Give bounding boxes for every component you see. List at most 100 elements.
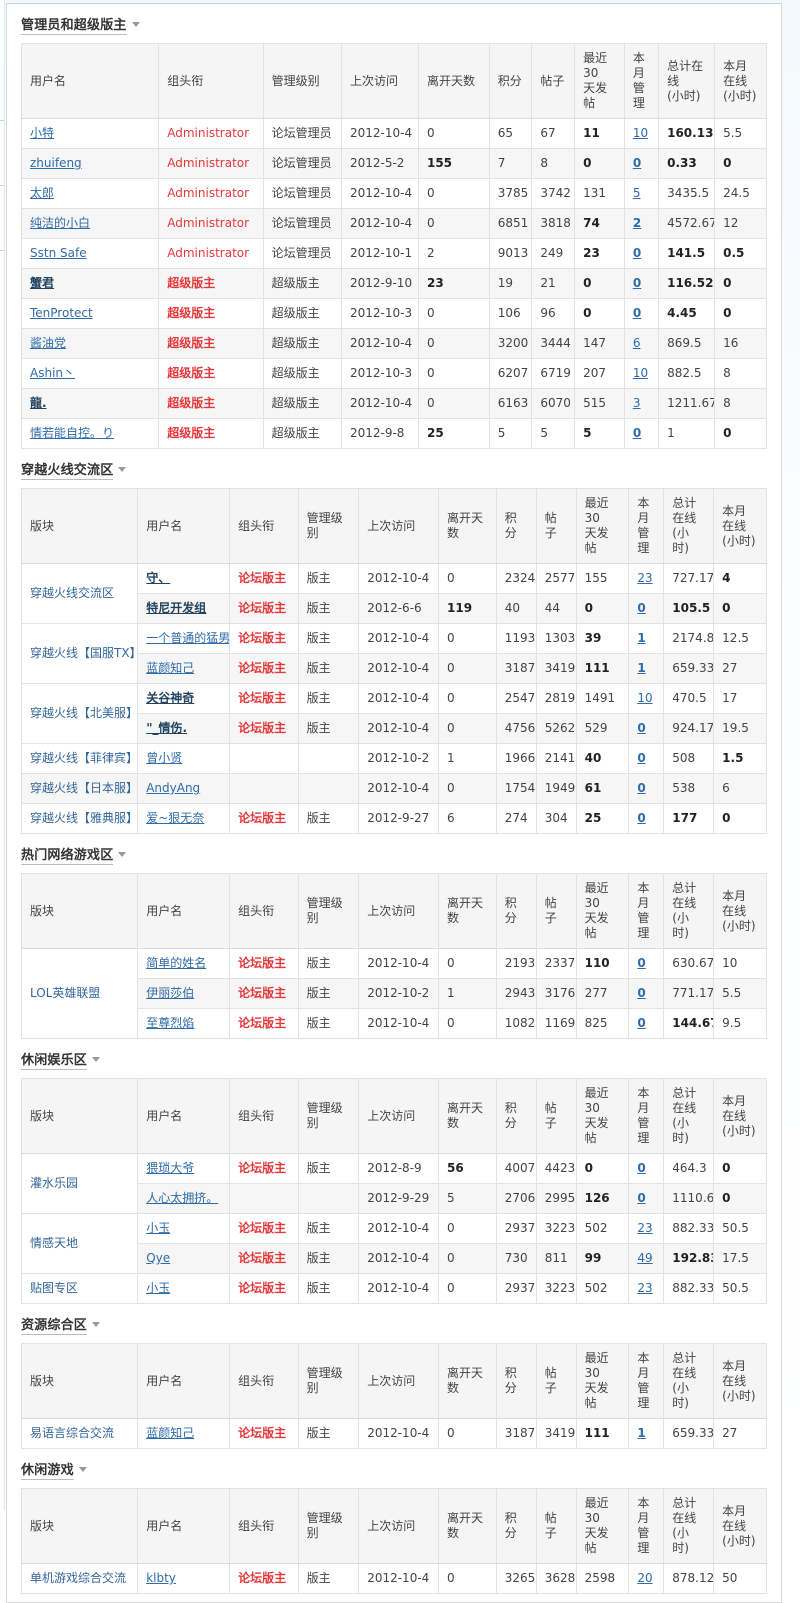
cell-forum[interactable]: 单机游戏综合交流 bbox=[22, 1564, 138, 1594]
chevron-down-icon[interactable] bbox=[79, 1467, 87, 1472]
cell-month-manage[interactable]: 5 bbox=[624, 179, 658, 209]
username-link[interactable]: 小玉 bbox=[146, 1281, 170, 1295]
month-manage-link[interactable]: 20 bbox=[637, 1571, 652, 1585]
month-manage-link[interactable]: 49 bbox=[637, 1251, 652, 1265]
cell-month-manage[interactable]: 2 bbox=[624, 209, 658, 239]
username-link[interactable]: klbty bbox=[146, 1571, 176, 1585]
username-link[interactable]: AndyAng bbox=[146, 781, 200, 795]
chevron-down-icon[interactable] bbox=[118, 852, 126, 857]
username-link[interactable]: 爱~狠无奈 bbox=[146, 811, 204, 825]
section-header-leisure[interactable]: 休闲娱乐区 bbox=[21, 1039, 767, 1078]
cell-username[interactable]: AndyAng bbox=[138, 774, 230, 804]
cell-username[interactable]: 太郎 bbox=[22, 179, 159, 209]
cell-username[interactable]: 特尼开发组 bbox=[138, 594, 230, 624]
cell-username[interactable]: 简单的姓名 bbox=[138, 949, 230, 979]
username-link[interactable]: 至尊烈焰 bbox=[146, 1016, 194, 1030]
month-manage-link[interactable]: 0 bbox=[637, 1191, 645, 1205]
username-link[interactable]: 人心太拥挤。 bbox=[146, 1191, 218, 1205]
cell-username[interactable]: 关谷神奇 bbox=[138, 684, 230, 714]
month-manage-link[interactable]: 0 bbox=[637, 1016, 645, 1030]
cell-username[interactable]: 人心太拥挤。 bbox=[138, 1184, 230, 1214]
month-manage-link[interactable]: 10 bbox=[633, 366, 648, 380]
cell-forum[interactable]: 灌水乐园 bbox=[22, 1154, 138, 1214]
cell-username[interactable]: 曾小贤 bbox=[138, 744, 230, 774]
section-header-resources[interactable]: 资源综合区 bbox=[21, 1304, 767, 1343]
username-link[interactable]: 太郎 bbox=[30, 186, 54, 200]
month-manage-link[interactable]: 10 bbox=[637, 691, 652, 705]
username-link[interactable]: 一个普通的猛男 bbox=[146, 631, 229, 645]
month-manage-link[interactable]: 0 bbox=[633, 246, 641, 260]
cell-username[interactable]: 蓝颜知己 bbox=[138, 654, 230, 684]
cell-username[interactable]: 小玉 bbox=[138, 1274, 230, 1304]
month-manage-link[interactable]: 2 bbox=[633, 216, 641, 230]
month-manage-link[interactable]: 23 bbox=[637, 571, 652, 585]
forum-link[interactable]: LOL英雄联盟 bbox=[30, 986, 100, 1000]
month-manage-link[interactable]: 0 bbox=[637, 811, 645, 825]
month-manage-link[interactable]: 3 bbox=[633, 396, 641, 410]
month-manage-link[interactable]: 23 bbox=[637, 1281, 652, 1295]
cell-month-manage[interactable]: 1 bbox=[629, 624, 664, 654]
cell-username[interactable]: 小玉 bbox=[138, 1214, 230, 1244]
cell-month-manage[interactable]: 0 bbox=[629, 1009, 664, 1039]
cell-username[interactable]: klbty bbox=[138, 1564, 230, 1594]
month-manage-link[interactable]: 0 bbox=[633, 306, 641, 320]
username-link[interactable]: 情若能自控。り bbox=[30, 426, 114, 440]
cell-month-manage[interactable]: 3 bbox=[624, 389, 658, 419]
username-link[interactable]: Qye bbox=[146, 1251, 170, 1265]
forum-link[interactable]: 穿越火线【国服TX】 bbox=[30, 646, 138, 660]
cell-month-manage[interactable]: 10 bbox=[629, 684, 664, 714]
cell-month-manage[interactable]: 0 bbox=[629, 594, 664, 624]
cell-month-manage[interactable]: 23 bbox=[629, 1214, 664, 1244]
cell-month-manage[interactable]: 0 bbox=[629, 744, 664, 774]
month-manage-link[interactable]: 0 bbox=[637, 721, 645, 735]
cell-month-manage[interactable]: 0 bbox=[629, 979, 664, 1009]
cell-username[interactable]: 一个普通的猛男 bbox=[138, 624, 230, 654]
username-link[interactable]: 特尼开发组 bbox=[146, 601, 206, 615]
cell-username[interactable]: 爱~狠无奈 bbox=[138, 804, 230, 834]
username-link[interactable]: 小玉 bbox=[146, 1221, 170, 1235]
username-link[interactable]: zhuifeng bbox=[30, 156, 82, 170]
username-link[interactable]: 简单的姓名 bbox=[146, 956, 206, 970]
cell-forum[interactable]: LOL英雄联盟 bbox=[22, 949, 138, 1039]
cell-month-manage[interactable]: 0 bbox=[629, 714, 664, 744]
username-link[interactable]: 纯洁的小白 bbox=[30, 216, 90, 230]
month-manage-link[interactable]: 0 bbox=[637, 751, 645, 765]
cell-month-manage[interactable]: 20 bbox=[629, 1564, 664, 1594]
cell-username[interactable]: Ashin丶 bbox=[22, 359, 159, 389]
month-manage-link[interactable]: 5 bbox=[633, 186, 641, 200]
username-link[interactable]: 龍. bbox=[30, 396, 47, 410]
username-link[interactable]: 蓝颜知己 bbox=[146, 661, 194, 675]
cell-month-manage[interactable]: 10 bbox=[624, 119, 658, 149]
cell-month-manage[interactable]: 10 bbox=[624, 359, 658, 389]
forum-link[interactable]: 情感天地 bbox=[30, 1236, 78, 1250]
cell-month-manage[interactable]: 23 bbox=[629, 1274, 664, 1304]
username-link[interactable]: 守、 bbox=[146, 571, 170, 585]
username-link[interactable]: 酱油党 bbox=[30, 336, 66, 350]
cell-forum[interactable]: 穿越火线交流区 bbox=[22, 564, 138, 624]
chevron-down-icon[interactable] bbox=[92, 1057, 100, 1062]
cell-username[interactable]: 蟹君 bbox=[22, 269, 159, 299]
cell-forum[interactable]: 穿越火线【菲律宾】 bbox=[22, 744, 138, 774]
month-manage-link[interactable]: 10 bbox=[633, 126, 648, 140]
cell-forum[interactable]: 贴图专区 bbox=[22, 1274, 138, 1304]
forum-link[interactable]: 单机游戏综合交流 bbox=[30, 1571, 126, 1585]
month-manage-link[interactable]: 6 bbox=[633, 336, 641, 350]
cell-month-manage[interactable]: 0 bbox=[624, 239, 658, 269]
cell-forum[interactable]: 穿越火线【日本服】 bbox=[22, 774, 138, 804]
username-link[interactable]: Ashin丶 bbox=[30, 366, 75, 380]
cell-month-manage[interactable]: 23 bbox=[629, 564, 664, 594]
month-manage-link[interactable]: 0 bbox=[633, 426, 641, 440]
chevron-down-icon[interactable] bbox=[92, 1322, 100, 1327]
forum-link[interactable]: 穿越火线【雅典服】 bbox=[30, 811, 138, 825]
chevron-down-icon[interactable] bbox=[118, 467, 126, 472]
cell-username[interactable]: 至尊烈焰 bbox=[138, 1009, 230, 1039]
username-link[interactable]: 蓝颜知己 bbox=[146, 1426, 194, 1440]
username-link[interactable]: 蟹君 bbox=[30, 276, 54, 290]
section-header-hotgames[interactable]: 热门网络游戏区 bbox=[21, 834, 767, 873]
cell-forum[interactable]: 穿越火线【北美服】 bbox=[22, 684, 138, 744]
month-manage-link[interactable]: 0 bbox=[637, 986, 645, 1000]
username-link[interactable]: 猥琐大爷 bbox=[146, 1161, 194, 1175]
forum-link[interactable]: 穿越火线【日本服】 bbox=[30, 781, 138, 795]
cell-month-manage[interactable]: 0 bbox=[629, 804, 664, 834]
month-manage-link[interactable]: 0 bbox=[637, 956, 645, 970]
